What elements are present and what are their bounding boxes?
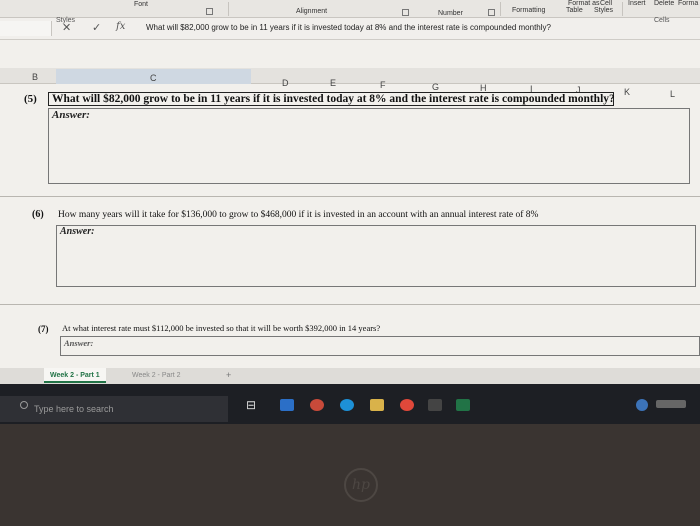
cancel-icon[interactable]: ✕ (62, 21, 71, 34)
insert-function-icon[interactable]: fx (116, 21, 125, 32)
name-box[interactable] (0, 21, 52, 36)
chrome-browser-icon[interactable] (400, 399, 414, 411)
file-explorer-icon[interactable] (370, 399, 384, 411)
task-view-icon[interactable]: ⊟ (246, 398, 256, 412)
cell-label: Cell (600, 0, 613, 7)
font-group-label: Font (134, 1, 149, 8)
app-icon[interactable] (428, 399, 442, 411)
ribbon: Font Alignment Number Format as Cell For… (0, 0, 700, 18)
row-gridline (0, 196, 700, 197)
alignment-dialog-launcher-icon[interactable] (402, 9, 409, 16)
delete-button[interactable]: Delete (654, 0, 674, 7)
insert-button[interactable]: Insert (628, 0, 646, 7)
font-dialog-launcher-icon[interactable] (206, 8, 213, 15)
sheet-tab-week2-part2[interactable]: Week 2 - Part 2 (126, 368, 187, 383)
question-text: What will $82,000 grow to be in 11 years… (52, 93, 615, 105)
column-header-e[interactable]: E (330, 78, 336, 88)
ribbon-separator (500, 2, 501, 16)
column-header-g[interactable]: G (432, 82, 439, 92)
system-tray-icon[interactable] (636, 399, 648, 411)
alignment-group-label: Alignment (296, 8, 328, 15)
app-icon[interactable] (310, 399, 324, 411)
windows-taskbar: Type here to search ⊟ (0, 384, 700, 424)
answer-box[interactable] (60, 336, 700, 356)
search-placeholder[interactable]: Type here to search (34, 404, 114, 414)
excel-app-icon[interactable] (456, 399, 470, 411)
question-number: (7) (38, 324, 49, 334)
column-header-l[interactable]: L (670, 89, 675, 99)
worksheet-area[interactable]: B C D E F G H I J K L (5) What will $82,… (0, 40, 700, 368)
column-header-c[interactable]: C (150, 73, 157, 83)
conditional-formatting-button[interactable]: Formatting (512, 7, 545, 14)
format-as-label: Format as (568, 0, 600, 7)
answer-box[interactable] (48, 108, 690, 184)
new-sheet-icon[interactable]: + (220, 368, 237, 383)
answer-box[interactable] (56, 225, 696, 287)
question-number: (6) (32, 209, 44, 220)
format-as-table-button[interactable]: Table (566, 7, 583, 14)
hp-logo-icon: hp (344, 468, 378, 502)
sheet-tab-week2-part1[interactable]: Week 2 - Part 1 (44, 368, 106, 383)
enter-check-icon[interactable]: ✓ (92, 21, 101, 34)
row-gridline (0, 304, 700, 305)
column-header-d[interactable]: D (282, 78, 289, 88)
column-header-b[interactable]: B (32, 72, 38, 82)
formula-bar: Styles Cells ✕ ✓ fx What will $82,000 gr… (0, 17, 700, 40)
format-button[interactable]: Forma (678, 0, 698, 7)
edge-browser-icon[interactable] (340, 399, 354, 411)
question-text: At what interest rate must $112,000 be i… (62, 323, 381, 333)
cells-group-label: Cells (654, 17, 670, 24)
number-dialog-launcher-icon[interactable] (488, 9, 495, 16)
search-icon (20, 401, 28, 409)
column-header-f[interactable]: F (380, 80, 386, 90)
cell-styles-button[interactable]: Styles (594, 7, 613, 14)
sheet-tabs-bar: Week 2 - Part 1 Week 2 - Part 2 + (0, 368, 700, 384)
system-tray-icons[interactable] (656, 400, 686, 408)
number-group-label: Number (438, 10, 463, 17)
question-number: (5) (24, 93, 37, 105)
ribbon-separator (622, 2, 623, 16)
word-app-icon[interactable] (280, 399, 294, 411)
column-header-k[interactable]: K (624, 87, 630, 97)
question-text: How many years will it take for $136,000… (58, 210, 539, 220)
formula-input[interactable]: What will $82,000 grow to be in 11 years… (146, 23, 551, 32)
ribbon-separator (228, 2, 229, 16)
